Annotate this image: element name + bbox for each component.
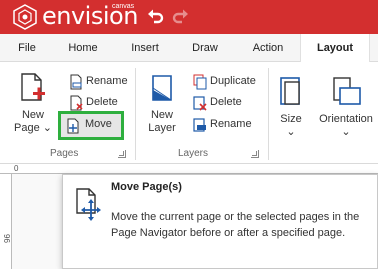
tab-layout[interactable]: Layout (300, 34, 370, 63)
tooltip-body: Move the current page or the selected pa… (111, 211, 360, 239)
new-page-icon (21, 73, 45, 101)
duplicate-layer-icon (193, 74, 207, 90)
size-label: Size (280, 113, 302, 125)
delete-layer-label: Delete (210, 96, 242, 108)
tooltip: Move Page(s) Move the current page or th… (62, 174, 378, 269)
pages-group-launcher-icon[interactable] (118, 150, 126, 158)
delete-layer-button[interactable]: Delete (190, 93, 242, 112)
menu-bar: File Home Insert Draw Action Layout (0, 34, 378, 63)
new-layer-icon (152, 75, 172, 101)
vertical-ruler: 96 (0, 174, 12, 269)
tab-draw[interactable]: Draw (182, 34, 228, 62)
size-button[interactable]: Size ⌄ (274, 76, 308, 139)
app-brand-sub: canvas (112, 3, 135, 10)
delete-page-label: Delete (86, 96, 118, 108)
new-page-label-1: New (21, 109, 44, 121)
rename-page-label: Rename (86, 75, 128, 87)
rename-layer-label: Rename (210, 118, 252, 130)
new-page-label-2: Page ⌄ (14, 122, 52, 134)
move-page-button[interactable]: Move (58, 111, 124, 140)
new-layer-label-2: Layer (148, 122, 176, 134)
rename-layer-icon (193, 118, 206, 132)
delete-page-button[interactable]: Delete (66, 93, 118, 112)
move-page-icon (76, 188, 101, 221)
tab-home[interactable]: Home (58, 34, 108, 62)
new-layer-button[interactable]: New Layer (142, 72, 182, 135)
rename-layer-button[interactable]: Rename (190, 115, 252, 134)
chevron-down-icon: ⌄ (286, 126, 296, 138)
tab-action[interactable]: Action (240, 34, 296, 62)
duplicate-layer-label: Duplicate (210, 75, 256, 87)
orientation-label: Orientation (319, 113, 373, 125)
chevron-down-icon: ⌄ (42, 122, 52, 134)
delete-layer-icon (193, 96, 207, 111)
tab-insert[interactable]: Insert (120, 34, 170, 62)
rename-page-button[interactable]: Rename (66, 72, 128, 91)
tab-file[interactable]: File (8, 34, 46, 62)
undo-icon[interactable] (147, 8, 165, 26)
horizontal-ruler: 0 (0, 164, 378, 174)
ruler-mark: 96 (1, 234, 11, 243)
ruler-mark: 0 (14, 164, 19, 173)
duplicate-layer-button[interactable]: Duplicate (190, 72, 256, 91)
move-page-label: Move (85, 118, 112, 130)
tooltip-title: Move Page(s) (111, 181, 182, 193)
delete-page-icon (70, 95, 83, 111)
move-page-icon (67, 118, 79, 134)
orientation-button[interactable]: Orientation ⌄ (314, 76, 378, 139)
layers-group-label: Layers (178, 148, 209, 159)
group-divider (135, 68, 136, 160)
new-layer-label-1: New (150, 109, 173, 121)
rename-page-icon (70, 74, 82, 90)
title-bar: envision canvas (0, 0, 378, 34)
new-page-button[interactable]: New Page ⌄ (12, 72, 54, 135)
page-size-icon (280, 77, 300, 105)
group-divider (268, 68, 269, 160)
ribbon: New Page ⌄ Rename Delete Pages New Layer (0, 62, 378, 164)
chevron-down-icon: ⌄ (341, 126, 351, 138)
pages-group-label: Pages (50, 148, 79, 159)
envision-logo-icon (13, 4, 37, 30)
redo-icon[interactable] (171, 8, 189, 26)
orientation-icon (333, 77, 361, 105)
layers-group-launcher-icon[interactable] (251, 150, 259, 158)
